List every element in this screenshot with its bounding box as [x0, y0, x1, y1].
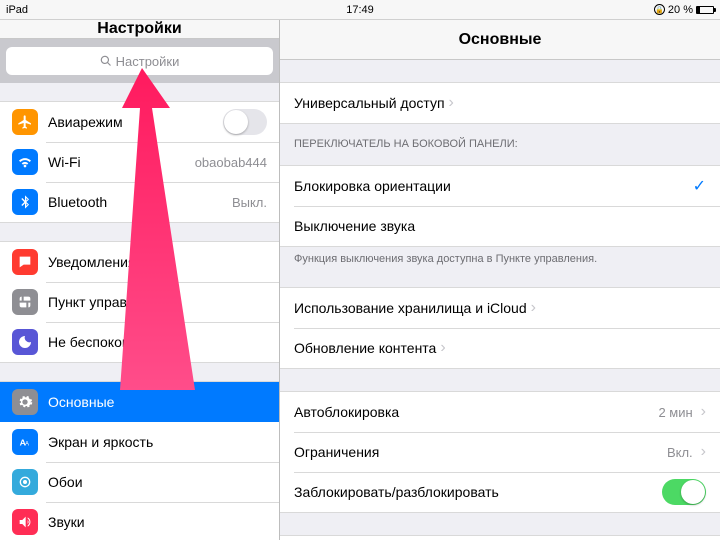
search-placeholder: Настройки: [116, 54, 180, 69]
chevron-right-icon: ›: [449, 94, 454, 112]
detail-row-label: Ограничения: [294, 444, 379, 460]
detail-row[interactable]: Заблокировать/разблокировать: [280, 472, 720, 512]
search-input[interactable]: Настройки: [6, 47, 273, 75]
chevron-right-icon: ›: [701, 443, 706, 461]
detail-row-label: Использование хранилища и iCloud: [294, 300, 527, 316]
detail-row-label: Автоблокировка: [294, 404, 399, 420]
detail-row-label: Заблокировать/разблокировать: [294, 484, 499, 500]
sidebar-item-sound[interactable]: Звуки: [0, 502, 279, 540]
display-icon: AA: [12, 429, 38, 455]
detail-row-value: 2 мин: [658, 405, 692, 420]
sidebar-item-value: obaobab444: [195, 155, 267, 170]
wifi-icon: [12, 149, 38, 175]
detail-row[interactable]: Выключение звука: [280, 206, 720, 246]
sidebar-item-label: Звуки: [48, 514, 85, 530]
checkmark-icon: ✓: [693, 176, 706, 196]
control-icon: [12, 289, 38, 315]
sidebar-item-display[interactable]: AA Экран и яркость: [0, 422, 279, 462]
svg-text:A: A: [25, 441, 29, 447]
settings-sidebar: Настройки Настройки Авиарежим Wi-Fi obaoba…: [0, 20, 280, 540]
sound-icon: [12, 509, 38, 535]
bluetooth-icon: [12, 189, 38, 215]
search-wrap: Настройки: [0, 39, 279, 83]
rotation-lock-icon: 🔒: [654, 4, 665, 15]
chevron-right-icon: ›: [701, 403, 706, 421]
status-bar: iPad 17:49 🔒 20 %: [0, 0, 720, 20]
sidebar-item-bluetooth[interactable]: Bluetooth Выкл.: [0, 182, 279, 222]
sidebar-item-wallpaper[interactable]: Обои: [0, 462, 279, 502]
detail-row[interactable]: Использование хранилища и iCloud›: [280, 288, 720, 328]
detail-row[interactable]: Ограничения Вкл. ›: [280, 432, 720, 472]
status-right: 🔒 20 %: [654, 4, 714, 16]
section-footer: Функция выключения звука доступна в Пунк…: [280, 247, 720, 265]
sidebar-item-label: Bluetooth: [48, 194, 107, 210]
sidebar-item-control[interactable]: Пункт управления: [0, 282, 279, 322]
airplane-icon: [12, 109, 38, 135]
detail-row[interactable]: Дата и время›: [280, 536, 720, 540]
clock: 17:49: [346, 4, 374, 16]
sidebar-item-airplane[interactable]: Авиарежим: [0, 102, 279, 142]
chevron-right-icon: ›: [440, 339, 445, 357]
detail-row-label: Универсальный доступ: [294, 95, 445, 111]
sidebar-title: Настройки: [0, 20, 279, 39]
airplane-switch[interactable]: [223, 109, 267, 135]
sidebar-item-label: Обои: [48, 474, 83, 490]
detail-row[interactable]: Обновление контента›: [280, 328, 720, 368]
chevron-right-icon: ›: [531, 299, 536, 317]
sidebar-item-label: Авиарежим: [48, 114, 123, 130]
sidebar-item-notify[interactable]: Уведомления: [0, 242, 279, 282]
sidebar-item-label: Wi-Fi: [48, 154, 81, 170]
sidebar-item-general[interactable]: Основные: [0, 382, 279, 422]
general-icon: [12, 389, 38, 415]
detail-row-label: Обновление контента: [294, 340, 436, 356]
notify-icon: [12, 249, 38, 275]
sidebar-item-value: Выкл.: [232, 195, 267, 210]
detail-row[interactable]: Универсальный доступ›: [280, 83, 720, 123]
sidebar-item-label: Не беспокоить: [48, 334, 143, 350]
detail-row-label: Блокировка ориентации: [294, 178, 451, 194]
battery-percent: 20 %: [668, 4, 693, 16]
sidebar-item-label: Уведомления: [48, 254, 136, 270]
battery-icon: [696, 6, 714, 14]
sidebar-item-label: Экран и яркость: [48, 434, 153, 450]
section-header: ПЕРЕКЛЮЧАТЕЛЬ НА БОКОВОЙ ПАНЕЛИ:: [280, 124, 720, 155]
sidebar-item-label: Основные: [48, 394, 114, 410]
detail-row-label: Выключение звука: [294, 218, 415, 234]
sidebar-item-dnd[interactable]: Не беспокоить: [0, 322, 279, 362]
wallpaper-icon: [12, 469, 38, 495]
search-icon: [100, 55, 112, 67]
toggle-switch[interactable]: [662, 479, 706, 505]
detail-row[interactable]: Блокировка ориентации ✓: [280, 166, 720, 206]
detail-row[interactable]: Автоблокировка 2 мин ›: [280, 392, 720, 432]
device-label: iPad: [6, 4, 28, 16]
detail-pane: Основные Универсальный доступ›ПЕРЕКЛЮЧАТ…: [280, 20, 720, 540]
detail-title: Основные: [280, 20, 720, 60]
detail-row-value: Вкл.: [667, 445, 693, 460]
sidebar-item-label: Пункт управления: [48, 294, 166, 310]
sidebar-item-wifi[interactable]: Wi-Fi obaobab444: [0, 142, 279, 182]
dnd-icon: [12, 329, 38, 355]
